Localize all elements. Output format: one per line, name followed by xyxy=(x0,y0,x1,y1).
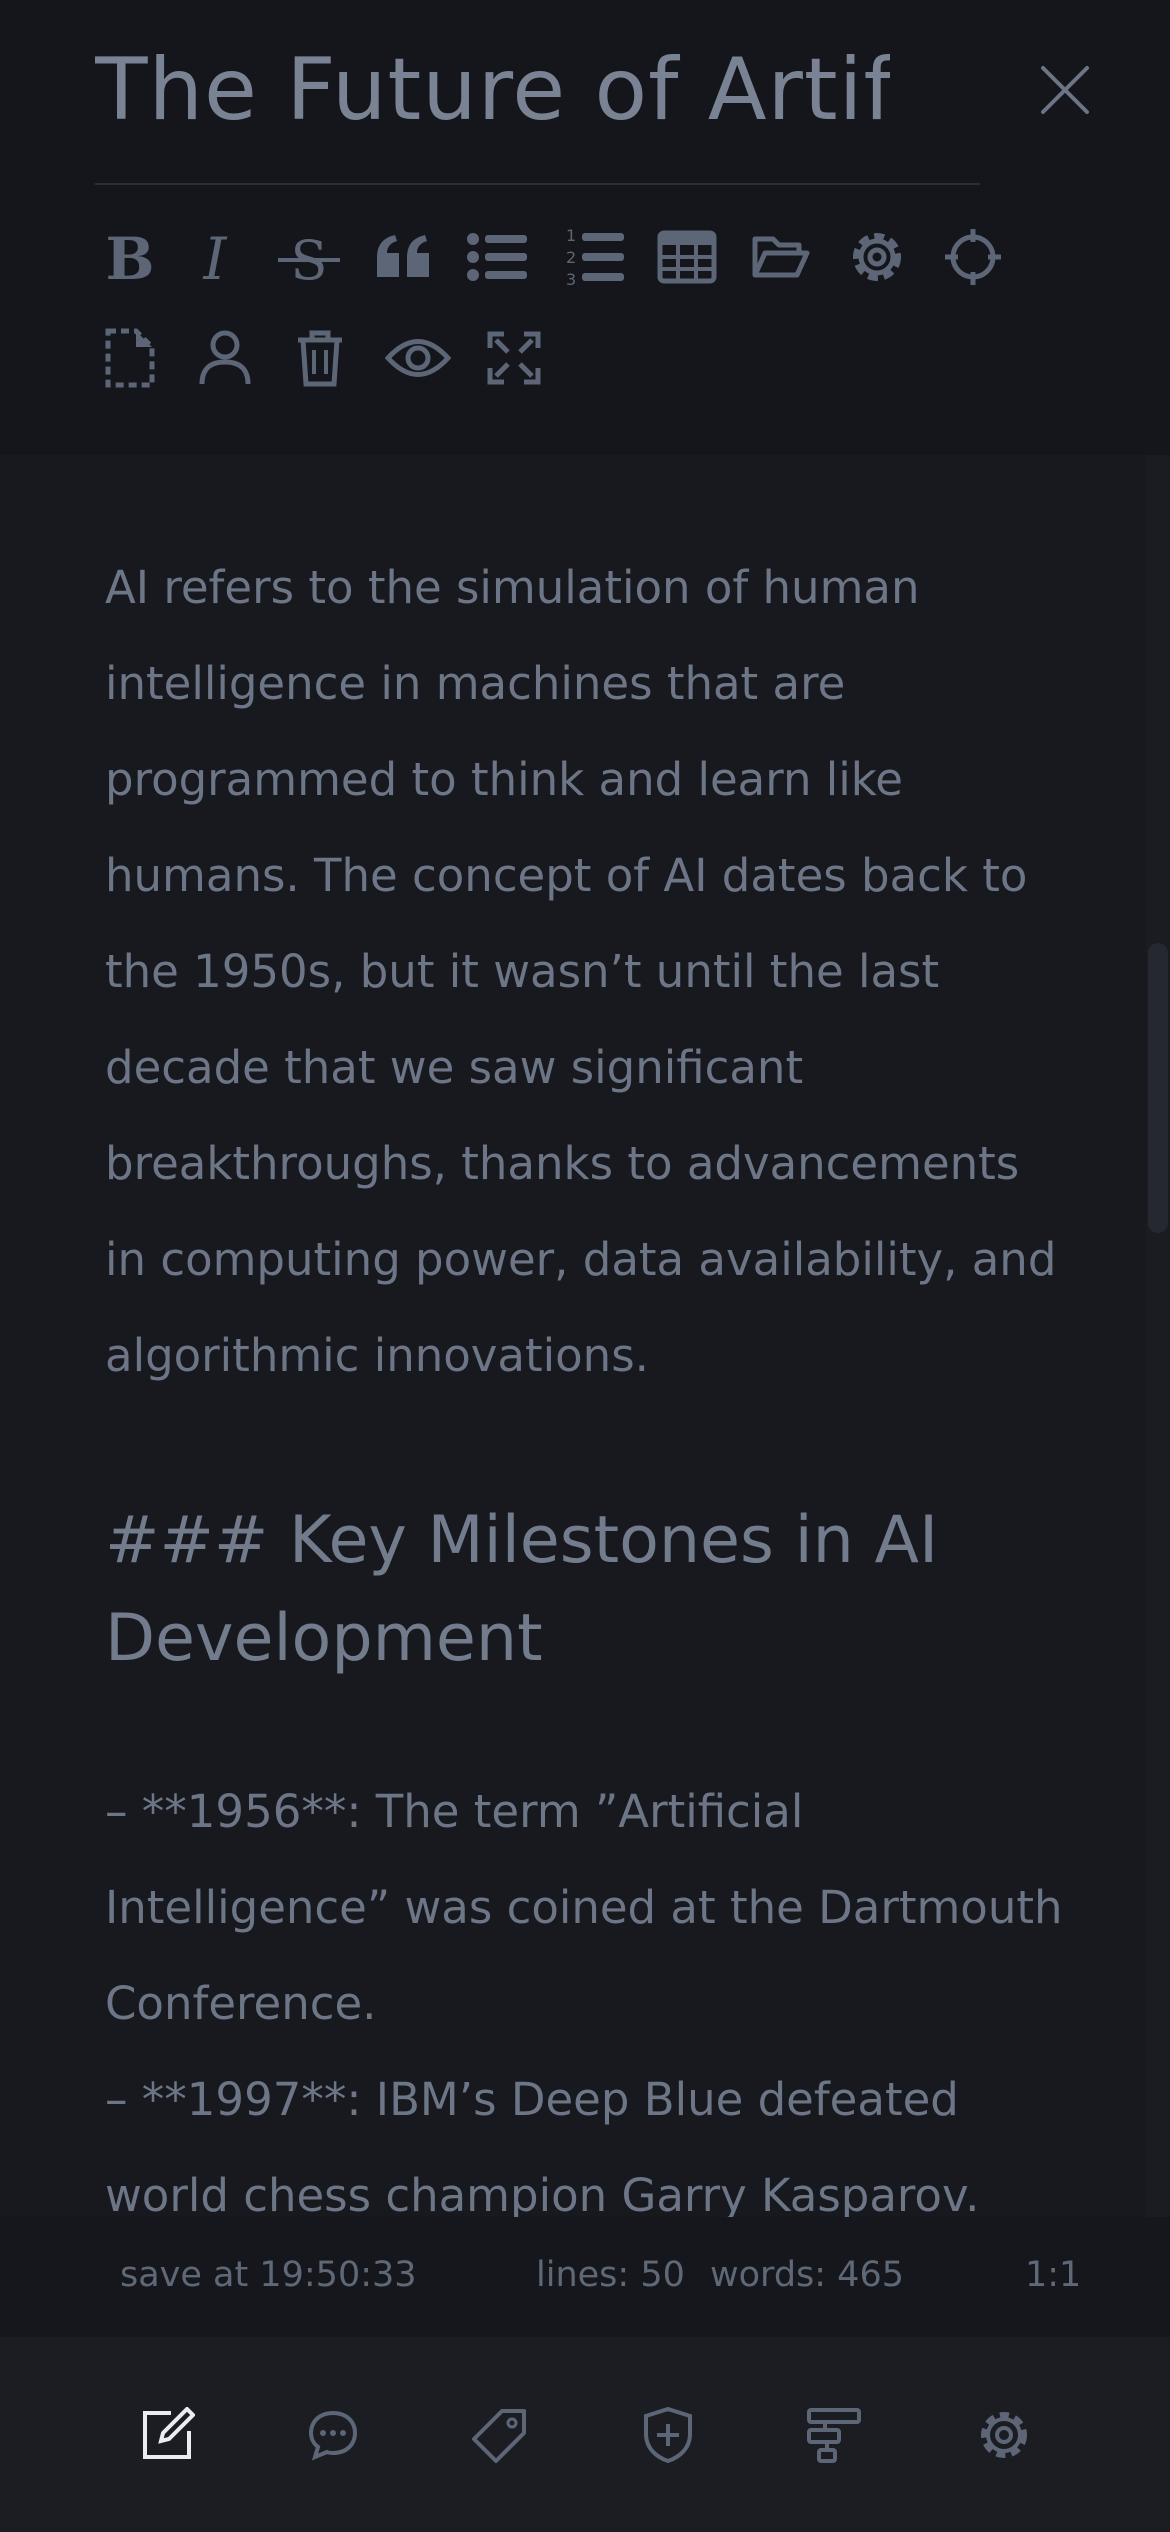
word-count: words: 465 xyxy=(710,2255,904,2295)
new-file-button[interactable] xyxy=(95,323,165,393)
table-icon xyxy=(657,230,717,284)
cursor-position: 1:1 xyxy=(1025,2255,1082,2295)
fullscreen-icon xyxy=(487,331,541,385)
scrollbar-thumb[interactable] xyxy=(1148,943,1168,1233)
settings-button[interactable] xyxy=(842,222,912,292)
eye-icon xyxy=(385,339,451,377)
trash-icon xyxy=(298,330,342,387)
section-heading: ### Key Milestones in AI Development xyxy=(105,1503,939,1676)
title-field[interactable]: The Future of Artific xyxy=(95,40,890,140)
bold-icon: B xyxy=(105,227,154,287)
nav-chat-button[interactable] xyxy=(297,2399,369,2471)
fullscreen-button[interactable] xyxy=(479,323,549,393)
svg-text:1: 1 xyxy=(566,226,576,245)
table-button[interactable] xyxy=(652,222,722,292)
numbered-list-button[interactable]: 1 2 3 xyxy=(558,222,628,292)
intro-paragraph: AI refers to the simulation of human int… xyxy=(105,561,1057,1382)
nav-shield-button[interactable] xyxy=(632,2399,704,2471)
close-icon xyxy=(1041,66,1089,114)
numbered-list-icon: 1 2 3 xyxy=(566,226,624,289)
preview-button[interactable] xyxy=(383,323,453,393)
nav-structure-button[interactable] xyxy=(798,2399,870,2471)
account-button[interactable] xyxy=(190,323,260,393)
tag-icon xyxy=(472,2409,526,2463)
bold-button[interactable]: B xyxy=(95,222,165,292)
crosshair-icon xyxy=(945,229,1001,285)
focus-button[interactable] xyxy=(938,222,1008,292)
close-button[interactable] xyxy=(1030,55,1100,125)
italic-button[interactable]: I xyxy=(180,222,250,292)
svg-text:B: B xyxy=(105,227,154,287)
edit-icon xyxy=(143,2407,195,2459)
editor-header: The Future of Artific B I S 1 2 3 xyxy=(0,0,1170,455)
status-bar: save at 19:50:33 lines: 50 words: 465 1:… xyxy=(0,2217,1170,2337)
document-title[interactable]: The Future of Artific xyxy=(95,40,890,140)
editor-content[interactable]: AI refers to the simulation of human int… xyxy=(105,540,1065,2217)
gear-icon xyxy=(853,233,901,281)
structure-icon xyxy=(807,2408,861,2463)
line-count: lines: 50 xyxy=(536,2255,685,2295)
svg-text:2: 2 xyxy=(566,248,576,267)
nav-tag-button[interactable] xyxy=(464,2399,536,2471)
user-icon xyxy=(199,330,251,385)
new-file-icon xyxy=(105,328,155,388)
italic-icon: I xyxy=(203,227,228,287)
settings-icon xyxy=(981,2412,1027,2458)
chat-icon xyxy=(308,2410,358,2461)
save-status: save at 19:50:33 xyxy=(120,2255,417,2295)
milestone-list: – **1956**: The term ”Artificial Intelli… xyxy=(105,1785,1063,2217)
open-folder-button[interactable] xyxy=(746,222,816,292)
bottom-navigation xyxy=(0,2337,1170,2532)
bullet-list-button[interactable] xyxy=(462,222,532,292)
svg-text:I: I xyxy=(203,227,228,287)
editor-area[interactable]: AI refers to the simulation of human int… xyxy=(0,455,1170,2217)
quote-button[interactable] xyxy=(368,222,438,292)
svg-text:3: 3 xyxy=(566,270,576,289)
delete-button[interactable] xyxy=(285,323,355,393)
nav-settings-button[interactable] xyxy=(968,2399,1040,2471)
bullet-list-icon xyxy=(467,233,527,281)
title-underline xyxy=(95,183,980,185)
folder-open-icon xyxy=(752,236,810,278)
scrollbar-track[interactable] xyxy=(1146,455,1170,2217)
shield-plus-icon xyxy=(644,2406,692,2464)
quote-icon xyxy=(377,235,429,277)
strikethrough-icon: S xyxy=(278,229,340,287)
strikethrough-button[interactable]: S xyxy=(274,222,344,292)
nav-edit-button[interactable] xyxy=(131,2399,203,2471)
